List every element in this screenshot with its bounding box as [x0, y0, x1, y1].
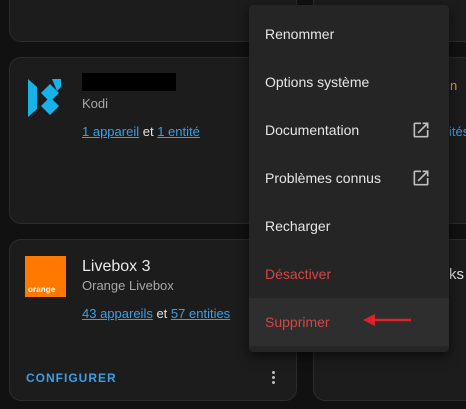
menu-item-label: Supprimer — [265, 314, 330, 330]
livebox-entities-link[interactable]: 57 entities — [171, 306, 230, 321]
livebox-subtitle: Orange Livebox — [82, 278, 174, 293]
kodi-links-joiner: et — [142, 124, 154, 139]
livebox-title: Livebox 3 — [82, 258, 151, 275]
menu-item-label: Recharger — [265, 218, 331, 234]
menu-item-label: Problèmes connus — [265, 170, 381, 186]
kodi-entities-link[interactable]: 1 entité — [157, 124, 200, 139]
annotation-arrow-icon — [363, 314, 411, 326]
livebox-devices-link[interactable]: 43 appareils — [82, 306, 153, 321]
menu-item-label: Renommer — [265, 26, 335, 42]
more-options-icon[interactable] — [268, 369, 278, 387]
menu-item-delete[interactable]: Supprimer — [249, 298, 449, 346]
open-in-new-icon — [413, 122, 429, 138]
right-card-bottom-partial-title: ks — [449, 266, 464, 283]
kodi-logo-icon — [28, 79, 61, 117]
configure-button[interactable]: CONFIGURER — [26, 371, 117, 385]
menu-item-label: Options système — [265, 74, 370, 90]
menu-item-rename[interactable]: Renommer — [249, 10, 449, 58]
menu-item-system-options[interactable]: Options système — [249, 58, 449, 106]
menu-item-documentation[interactable]: Documentation — [249, 106, 449, 154]
orange-logo-text: orange — [28, 285, 56, 294]
kodi-links: 1 appareil et 1 entité — [82, 124, 200, 139]
right-card-partial-title: n — [450, 78, 458, 93]
menu-item-known-issues[interactable]: Problèmes connus — [249, 154, 449, 202]
kodi-subtitle: Kodi — [82, 96, 109, 111]
orange-logo: orange — [25, 256, 66, 297]
open-in-new-icon — [413, 170, 429, 186]
redacted-title — [82, 73, 176, 91]
overflow-menu: Renommer Options système Documentation P… — [249, 5, 449, 352]
right-card-partial-links: ités — [449, 124, 466, 139]
livebox-links: 43 appareils et 57 entities — [82, 306, 230, 321]
livebox-links-joiner: et — [156, 306, 168, 321]
menu-item-reload[interactable]: Recharger — [249, 202, 449, 250]
kodi-devices-link[interactable]: 1 appareil — [82, 124, 139, 139]
menu-item-disable[interactable]: Désactiver — [249, 250, 449, 298]
menu-item-label: Documentation — [265, 122, 360, 138]
menu-item-label: Désactiver — [265, 266, 332, 282]
